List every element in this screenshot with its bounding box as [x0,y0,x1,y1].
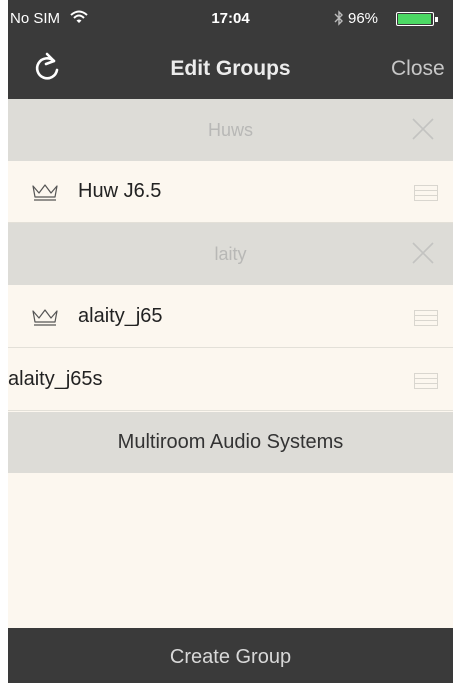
speaker-row[interactable]: alaity_j65 [8,286,453,348]
close-button[interactable]: Close [391,57,445,81]
crown-icon [32,309,58,326]
page-title: Edit Groups [170,57,291,80]
battery-percent: 96% [348,10,379,27]
nav-bar: Edit Groups Close [8,38,453,99]
drag-handle-icon[interactable] [414,310,438,326]
battery-level-fill [398,14,431,24]
speaker-row[interactable]: alaity_j65s [8,349,453,411]
speaker-row[interactable]: Huw J6.5 [8,161,453,223]
group-header-huws[interactable]: Huws [8,99,453,161]
delete-group-icon[interactable] [410,116,436,142]
delete-group-icon[interactable] [410,240,436,266]
section-title: Multiroom Audio Systems [117,431,344,453]
status-bar: No SIM 17:04 96% [8,0,453,38]
crown-icon [32,184,58,201]
speaker-name: Huw J6.5 [78,180,162,202]
battery-icon [396,12,434,26]
group-header-laity[interactable]: laity [8,223,453,285]
group-name: laity [214,244,247,264]
clock: 17:04 [211,10,250,27]
app-screen: No SIM 17:04 96% Edit Groups Close Huws [8,0,453,683]
drag-handle-icon[interactable] [414,373,438,389]
create-group-label: Create Group [169,646,292,668]
speaker-name: alaity_j65 [78,305,163,327]
group-name: Huws [207,120,253,140]
bluetooth-icon [334,10,343,26]
create-group-button[interactable]: Create Group [8,628,453,683]
drag-handle-icon[interactable] [414,185,438,201]
speaker-name: alaity_j65s [8,368,103,390]
section-header: Multiroom Audio Systems [8,412,453,473]
battery-nub [435,17,438,22]
